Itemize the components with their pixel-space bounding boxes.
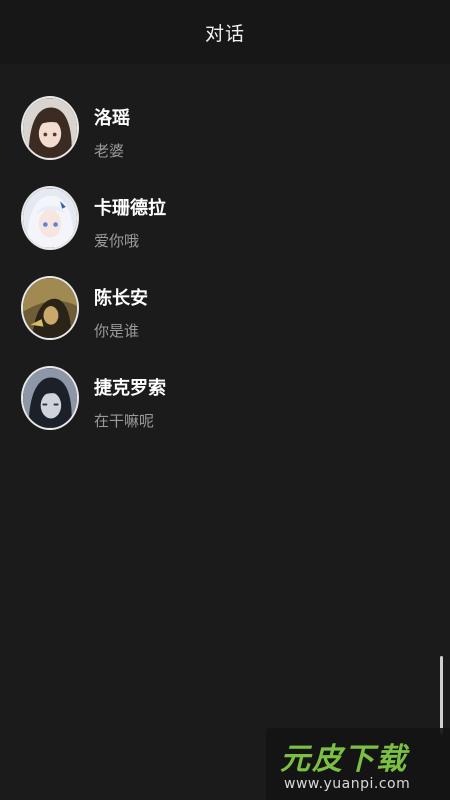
page-title: 对话	[204, 22, 245, 45]
watermark-url: www.yuanpi.com	[284, 776, 411, 792]
conversation-item-2[interactable]: 陈长安 你是谁	[0, 266, 450, 356]
watermark: 元皮下载 www.yuanpi.com	[266, 728, 450, 800]
conversation-preview: 老婆	[94, 142, 125, 160]
conversation-list: 洛瑶 老婆 卡珊德拉 爱你哦 陈长安 你是谁 捷克罗索 在干嘛呢	[0, 86, 450, 446]
watermark-logo: 元皮下载	[280, 742, 408, 777]
conversation-item-0[interactable]: 洛瑶 老婆	[0, 86, 450, 176]
avatar[interactable]	[21, 96, 79, 160]
conversation-name: 陈长安	[94, 288, 148, 309]
anime-boy-dark-hair-avatar-icon	[23, 368, 77, 428]
anime-boy-golden-armor-avatar-icon	[23, 278, 77, 338]
conversation-preview: 在干嘛呢	[94, 412, 155, 430]
conversation-name: 捷克罗索	[94, 378, 166, 399]
conversation-preview: 爱你哦	[94, 232, 140, 250]
avatar[interactable]	[21, 276, 79, 340]
conversation-preview: 你是谁	[94, 322, 140, 340]
conversation-name: 卡珊德拉	[94, 198, 166, 219]
app-header: 对话	[0, 0, 450, 64]
anime-girl-white-hair-avatar-icon	[23, 188, 77, 248]
conversation-item-1[interactable]: 卡珊德拉 爱你哦	[0, 176, 450, 266]
conversation-item-3[interactable]: 捷克罗索 在干嘛呢	[0, 356, 450, 446]
conversation-name: 洛瑶	[94, 108, 130, 129]
avatar[interactable]	[21, 366, 79, 430]
anime-girl-brown-hair-avatar-icon	[23, 98, 77, 158]
scrollbar[interactable]	[440, 656, 443, 734]
avatar[interactable]	[21, 186, 79, 250]
